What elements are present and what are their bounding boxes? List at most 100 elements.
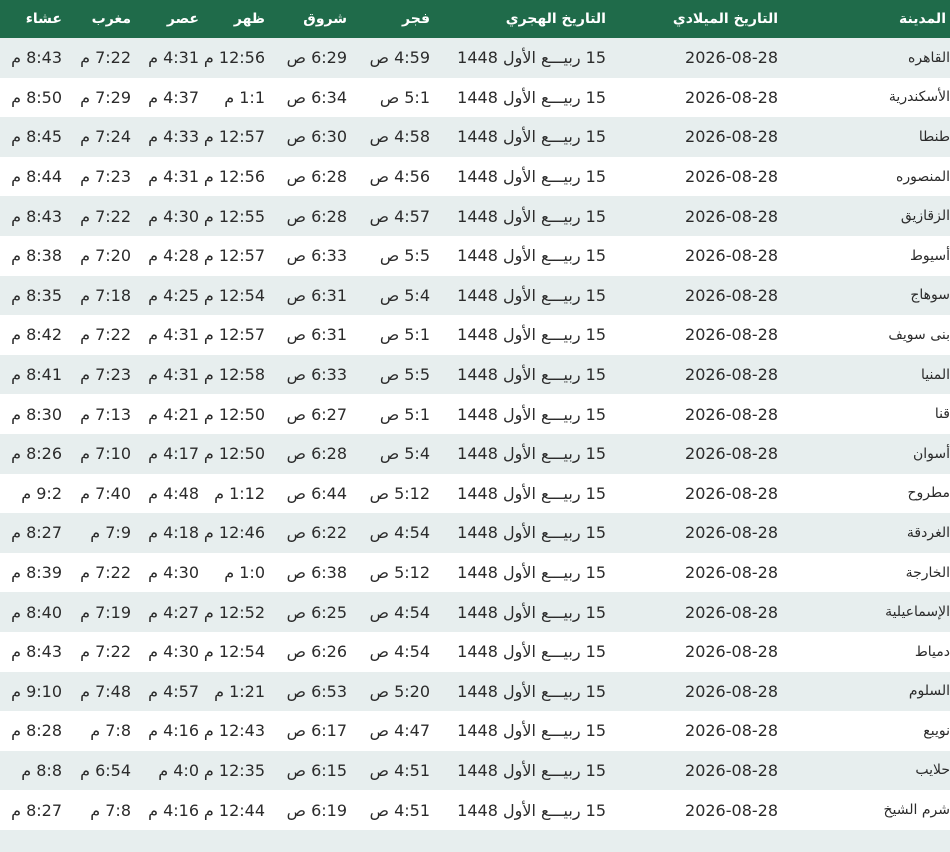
cell-asr: 4:31 م: [135, 354, 203, 395]
header-isha: عشاء: [0, 0, 66, 38]
cell-fajr: 5:5 ص: [351, 354, 434, 395]
table-row: الأسكندرية 2026-08-28 15 ربيـــع الأول 144…: [0, 77, 950, 118]
cell-dhuhr: [203, 829, 269, 852]
cell-shuruq: 6:17 ص: [269, 711, 351, 751]
header-row: المدينة التاريخ الميلادي التاريخ الهجري …: [0, 0, 950, 38]
cell-dhuhr: 12:54 م: [203, 631, 269, 672]
cell-isha: 9:10 م: [0, 671, 66, 712]
cell-fajr: 4:51 ص: [351, 790, 434, 830]
cell-city: نويبع: [782, 711, 950, 751]
cell-fajr: 4:58 ص: [351, 117, 434, 157]
table-row: طنطا 2026-08-28 15 ربيـــع الأول 1448 4:58 …: [0, 117, 950, 157]
cell-city: الأسكندرية: [782, 77, 950, 118]
cell-hijri-date: 15 ربيـــع الأول 1448: [434, 513, 610, 553]
cell-city: قنا: [782, 394, 950, 434]
cell-maghrib: [66, 829, 135, 852]
cell-dhuhr: 12:57 م: [203, 235, 269, 276]
cell-isha: 8:40 م: [0, 592, 66, 632]
cell-shuruq: 6:31 ص: [269, 315, 351, 355]
cell-isha: 8:8 م: [0, 750, 66, 791]
cell-dhuhr: 12:55 م: [203, 196, 269, 236]
cell-dhuhr: 12:54 م: [203, 275, 269, 316]
cell-dhuhr: 12:46 م: [203, 513, 269, 553]
cell-gregorian-date: 2026-08-28: [610, 513, 782, 553]
cell-city: [782, 829, 950, 852]
table-body: القاهره 2026-08-28 15 ربيـــع الأول 1448 4:…: [0, 38, 950, 852]
table-row: [0, 829, 950, 852]
prayer-times-page: المدينة التاريخ الميلادي التاريخ الهجري …: [0, 0, 950, 852]
cell-dhuhr: 12:56 م: [203, 38, 269, 78]
cell-dhuhr: 1:0 م: [203, 552, 269, 593]
header-fajr: فجر: [351, 0, 434, 38]
cell-shuruq: 6:28 ص: [269, 433, 351, 474]
cell-dhuhr: 12:44 م: [203, 790, 269, 830]
cell-gregorian-date: 2026-08-28: [610, 77, 782, 118]
cell-gregorian-date: 2026-08-28: [610, 473, 782, 514]
cell-asr: 4:31 م: [135, 38, 203, 78]
cell-maghrib: 7:19 م: [66, 592, 135, 632]
cell-isha: 8:44 م: [0, 156, 66, 197]
cell-maghrib: 7:22 م: [66, 315, 135, 355]
cell-asr: 4:18 م: [135, 513, 203, 553]
header-dhuhr: ظهر: [203, 0, 269, 38]
cell-isha: 8:27 م: [0, 790, 66, 830]
cell-maghrib: 7:8 م: [66, 711, 135, 751]
cell-city: الإسماعيلية: [782, 592, 950, 632]
table-row: أسيوط 2026-08-28 15 ربيـــع الأول 1448 5:5 …: [0, 235, 950, 276]
cell-fajr: 5:4 ص: [351, 275, 434, 316]
table-row: سوهاج 2026-08-28 15 ربيـــع الأول 1448 5:4 …: [0, 275, 950, 316]
cell-isha: 8:41 م: [0, 354, 66, 395]
cell-shuruq: 6:33 ص: [269, 354, 351, 395]
cell-maghrib: 7:23 م: [66, 354, 135, 395]
cell-hijri-date: 15 ربيـــع الأول 1448: [434, 315, 610, 355]
cell-city: مطروح: [782, 473, 950, 514]
table-row: مطروح 2026-08-28 15 ربيـــع الأول 1448 5:12…: [0, 473, 950, 514]
cell-hijri-date: 15 ربيـــع الأول 1448: [434, 77, 610, 118]
cell-city: أسوان: [782, 433, 950, 474]
cell-isha: 9:2 م: [0, 473, 66, 514]
cell-fajr: 5:20 ص: [351, 671, 434, 712]
cell-hijri-date: 15 ربيـــع الأول 1448: [434, 196, 610, 236]
table-header: المدينة التاريخ الميلادي التاريخ الهجري …: [0, 0, 950, 38]
cell-shuruq: 6:25 ص: [269, 592, 351, 632]
cell-fajr: 4:57 ص: [351, 196, 434, 236]
cell-fajr: 5:12 ص: [351, 552, 434, 593]
cell-asr: 4:25 م: [135, 275, 203, 316]
cell-city: الخارجة: [782, 552, 950, 593]
cell-city: سوهاج: [782, 275, 950, 316]
cell-maghrib: 7:23 م: [66, 156, 135, 197]
cell-asr: 4:48 م: [135, 473, 203, 514]
table-row: الإسماعيلية 2026-08-28 15 ربيـــع الأول 14…: [0, 592, 950, 632]
cell-shuruq: 6:26 ص: [269, 631, 351, 672]
cell-gregorian-date: 2026-08-28: [610, 38, 782, 78]
cell-maghrib: 7:8 م: [66, 790, 135, 830]
cell-shuruq: 6:53 ص: [269, 671, 351, 712]
cell-gregorian-date: 2026-08-28: [610, 156, 782, 197]
cell-city: أسيوط: [782, 235, 950, 276]
cell-dhuhr: 12:58 م: [203, 354, 269, 395]
cell-isha: 8:38 م: [0, 235, 66, 276]
table-row: حلايب 2026-08-28 15 ربيـــع الأول 1448 4:51…: [0, 750, 950, 791]
table-row: السلوم 2026-08-28 15 ربيـــع الأول 1448 5:2…: [0, 671, 950, 712]
cell-shuruq: 6:27 ص: [269, 394, 351, 434]
cell-shuruq: 6:30 ص: [269, 117, 351, 157]
cell-city: المنصوره: [782, 156, 950, 197]
cell-hijri-date: 15 ربيـــع الأول 1448: [434, 631, 610, 672]
cell-hijri-date: 15 ربيـــع الأول 1448: [434, 275, 610, 316]
cell-maghrib: 7:40 م: [66, 473, 135, 514]
cell-maghrib: 7:22 م: [66, 196, 135, 236]
table-row: الزقازيق 2026-08-28 15 ربيـــع الأول 1448 4…: [0, 196, 950, 236]
cell-fajr: 5:12 ص: [351, 473, 434, 514]
cell-hijri-date: 15 ربيـــع الأول 1448: [434, 711, 610, 751]
cell-isha: 8:35 م: [0, 275, 66, 316]
cell-asr: 4:31 م: [135, 315, 203, 355]
header-asr: عصر: [135, 0, 203, 38]
cell-shuruq: [269, 829, 351, 852]
cell-shuruq: 6:19 ص: [269, 790, 351, 830]
cell-city: السلوم: [782, 671, 950, 712]
cell-gregorian-date: 2026-08-28: [610, 433, 782, 474]
cell-isha: 8:43 م: [0, 631, 66, 672]
cell-gregorian-date: 2026-08-28: [610, 196, 782, 236]
cell-gregorian-date: 2026-08-28: [610, 117, 782, 157]
cell-gregorian-date: 2026-08-28: [610, 315, 782, 355]
